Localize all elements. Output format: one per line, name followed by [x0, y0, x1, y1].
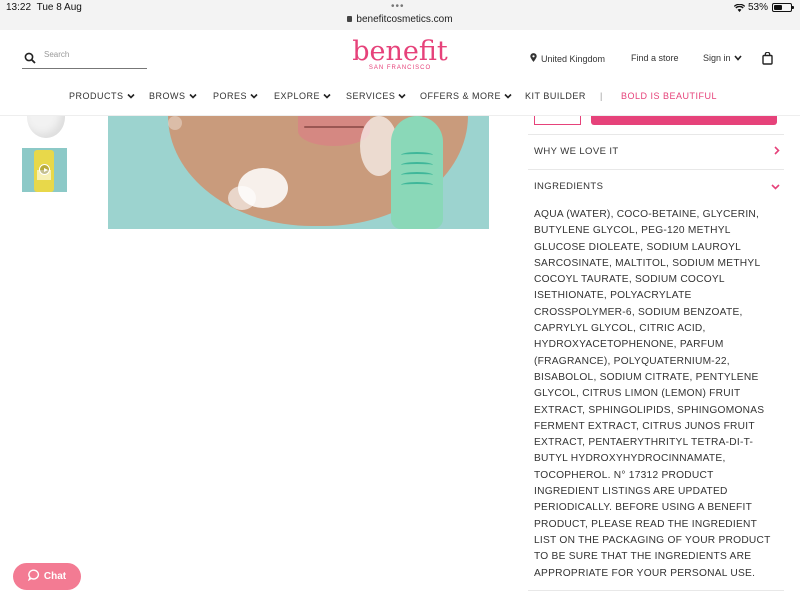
- nav-label: BROWS: [149, 91, 186, 101]
- chat-button[interactable]: Chat: [13, 563, 81, 590]
- product-thumbnail-video[interactable]: [22, 148, 67, 192]
- lock-icon: [347, 16, 353, 22]
- url-text: benefitcosmetics.com: [356, 14, 453, 25]
- nav-brows[interactable]: BROWS: [149, 91, 197, 101]
- add-to-bag-button[interactable]: [591, 116, 777, 125]
- divider: [528, 590, 784, 591]
- cleansing-brush-image: [391, 116, 443, 229]
- accordion-ingredients[interactable]: INGREDIENTS: [534, 181, 780, 192]
- status-time: 13:22: [6, 2, 32, 13]
- status-time-date: 13:22 Tue 8 Aug: [6, 2, 82, 13]
- search-icon[interactable]: [24, 51, 36, 69]
- play-icon: [39, 164, 50, 175]
- brush-bristle: [401, 182, 433, 188]
- chat-bubble-icon: [27, 569, 40, 584]
- wifi-icon: [733, 3, 745, 12]
- battery-fill: [774, 5, 783, 10]
- status-indicators: 53%: [733, 2, 794, 13]
- find-store-link[interactable]: Find a store: [631, 53, 679, 63]
- nav-services[interactable]: SERVICES: [346, 91, 406, 101]
- logo-wordmark: benefit: [352, 36, 448, 67]
- chevron-down-icon: [398, 92, 406, 100]
- accordion-why-we-love-it[interactable]: WHY WE LOVE IT: [534, 146, 780, 157]
- chat-label: Chat: [43, 571, 67, 582]
- accordion-title: WHY WE LOVE IT: [534, 146, 619, 157]
- chevron-right-icon: [774, 146, 780, 158]
- chevron-down-icon: [126, 92, 135, 100]
- ios-status-bar: 13:22 Tue 8 Aug ••• benefitcosmetics.com…: [0, 0, 800, 30]
- chevron-down-icon: [323, 92, 331, 100]
- nav-bold-is-beautiful[interactable]: BOLD IS BEAUTIFUL: [621, 91, 717, 101]
- foam-bubble: [228, 186, 256, 210]
- location-label: United Kingdom: [541, 53, 606, 64]
- chevron-down-icon: [188, 92, 197, 100]
- chevron-down-icon: [733, 53, 742, 63]
- sign-in-menu[interactable]: Sign in: [703, 53, 742, 63]
- nav-label: EXPLORE: [274, 91, 321, 101]
- brush-bristle: [401, 162, 433, 168]
- search-field[interactable]: [22, 47, 147, 69]
- status-date: Tue 8 Aug: [36, 2, 82, 13]
- location-selector[interactable]: United Kingdom: [530, 53, 605, 64]
- benefit-logo[interactable]: benefit SAN FRANCISCO: [350, 36, 450, 72]
- chevron-down-icon: [771, 182, 780, 193]
- product-thumbnail-foam[interactable]: [22, 116, 67, 141]
- location-pin-icon: [530, 53, 537, 64]
- nav-label: PRODUCTS: [69, 91, 124, 101]
- quantity-selector[interactable]: [534, 116, 581, 125]
- ingredients-list: AQUA (WATER), COCO-BETAINE, GLYCERIN, BU…: [534, 209, 771, 579]
- product-main-image[interactable]: [108, 116, 489, 229]
- nav-products[interactable]: PRODUCTS: [69, 91, 135, 101]
- chevron-down-icon: [504, 92, 512, 100]
- nav-kit-builder[interactable]: KIT BUILDER: [525, 91, 586, 101]
- main-nav: PRODUCTS BROWS PORES EXPLORE SERVICES OF…: [0, 91, 800, 107]
- brush-bristle: [401, 172, 433, 178]
- multitask-dots[interactable]: •••: [391, 1, 405, 12]
- chevron-down-icon: [250, 92, 258, 100]
- battery-icon: [772, 3, 794, 12]
- nav-offers-more[interactable]: OFFERS & MORE: [420, 91, 512, 101]
- search-input[interactable]: [44, 50, 144, 59]
- nav-label: SERVICES: [346, 91, 396, 101]
- nav-label: BOLD IS BEAUTIFUL: [621, 91, 718, 101]
- nav-label: PORES: [213, 91, 248, 101]
- divider: [528, 134, 784, 135]
- foam-bubble: [168, 116, 182, 130]
- brush-bristle: [401, 152, 433, 158]
- battery-percent: 53%: [747, 2, 768, 13]
- nav-separator: |: [600, 91, 603, 101]
- nav-explore[interactable]: EXPLORE: [274, 91, 331, 101]
- address-bar[interactable]: benefitcosmetics.com: [0, 14, 800, 25]
- foam-image: [27, 116, 65, 138]
- divider: [528, 169, 784, 170]
- shopping-bag-icon[interactable]: [762, 51, 773, 70]
- accordion-title: INGREDIENTS: [534, 181, 604, 192]
- sign-in-label: Sign in: [703, 53, 731, 63]
- nav-label: OFFERS & MORE: [420, 91, 502, 101]
- nav-label: KIT BUILDER: [525, 91, 586, 101]
- site-header: benefit SAN FRANCISCO United Kingdom Fin…: [0, 30, 800, 116]
- nav-pores[interactable]: PORES: [213, 91, 258, 101]
